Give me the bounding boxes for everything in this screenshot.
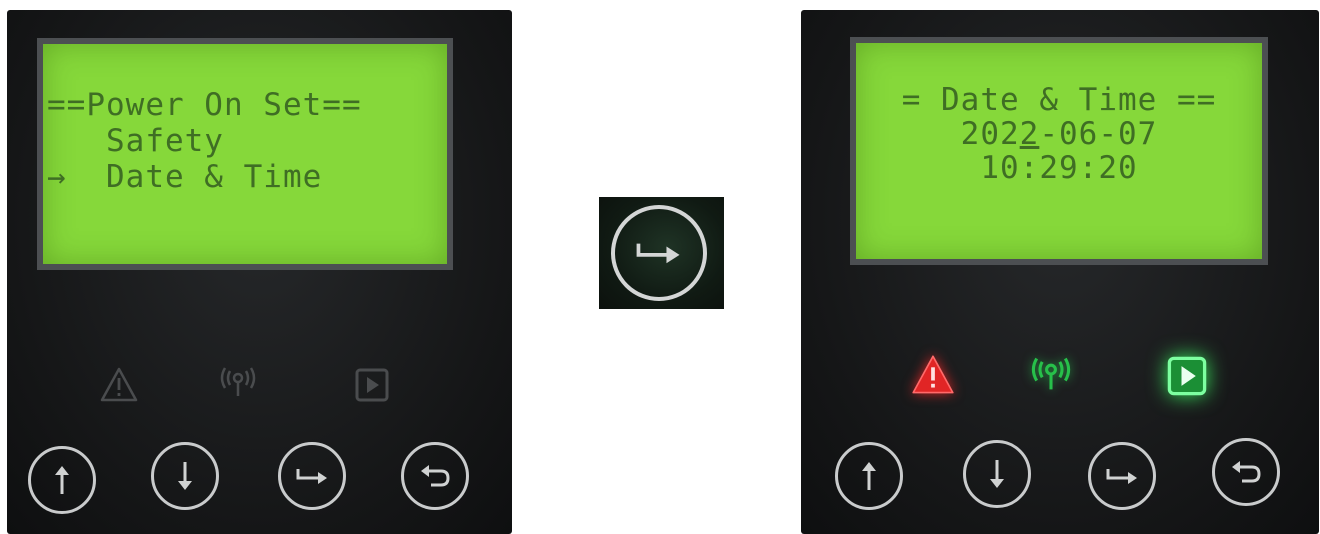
up-button[interactable]	[835, 442, 903, 510]
lcd-menu-item-safety[interactable]: Safety	[43, 124, 451, 158]
arrow-up-icon	[862, 462, 876, 490]
lcd-date-value[interactable]: 2022-06-07	[856, 117, 1262, 151]
down-button[interactable]	[151, 442, 219, 510]
enter-icon	[636, 243, 680, 264]
device-panel-power-on-set: ==Power On Set== Safety → Date & Time	[7, 10, 512, 534]
date-suffix: -06-07	[1039, 116, 1158, 152]
date-prefix: 202	[960, 116, 1020, 152]
lcd-screen: ==Power On Set== Safety → Date & Time	[37, 38, 453, 270]
lcd-screen: = Date & Time == 2022-06-07 10:29:20	[850, 37, 1268, 265]
enter-button[interactable]	[278, 442, 346, 510]
lcd-menu-item-date-time[interactable]: → Date & Time	[43, 160, 451, 194]
device-panel-date-time: = Date & Time == 2022-06-07 10:29:20	[801, 10, 1319, 534]
back-button[interactable]	[1212, 438, 1280, 506]
play-icon	[355, 368, 389, 402]
back-icon	[421, 465, 450, 487]
arrow-down-icon	[990, 460, 1004, 488]
down-button[interactable]	[963, 440, 1031, 508]
enter-key-button[interactable]	[611, 205, 707, 301]
back-icon	[1232, 461, 1261, 483]
lcd-time-value[interactable]: 10:29:20	[856, 151, 1262, 185]
arrow-down-icon	[178, 462, 192, 490]
date-cursor-digit[interactable]: 2	[1020, 116, 1040, 152]
back-button[interactable]	[401, 442, 469, 510]
warning-triangle-icon	[100, 367, 138, 402]
arrow-up-icon	[55, 466, 69, 494]
signal-icon	[1031, 357, 1071, 390]
lcd-date-time-title: = Date & Time ==	[901, 82, 1217, 118]
warning-triangle-icon	[912, 355, 954, 394]
enter-key-closeup	[599, 197, 724, 309]
signal-icon	[220, 367, 256, 396]
enter-button[interactable]	[1088, 442, 1156, 510]
enter-icon	[1106, 469, 1137, 484]
lcd-menu-title: ==Power On Set==	[47, 87, 362, 123]
enter-icon	[296, 469, 327, 484]
up-button[interactable]	[28, 446, 96, 514]
play-icon	[1167, 356, 1207, 396]
